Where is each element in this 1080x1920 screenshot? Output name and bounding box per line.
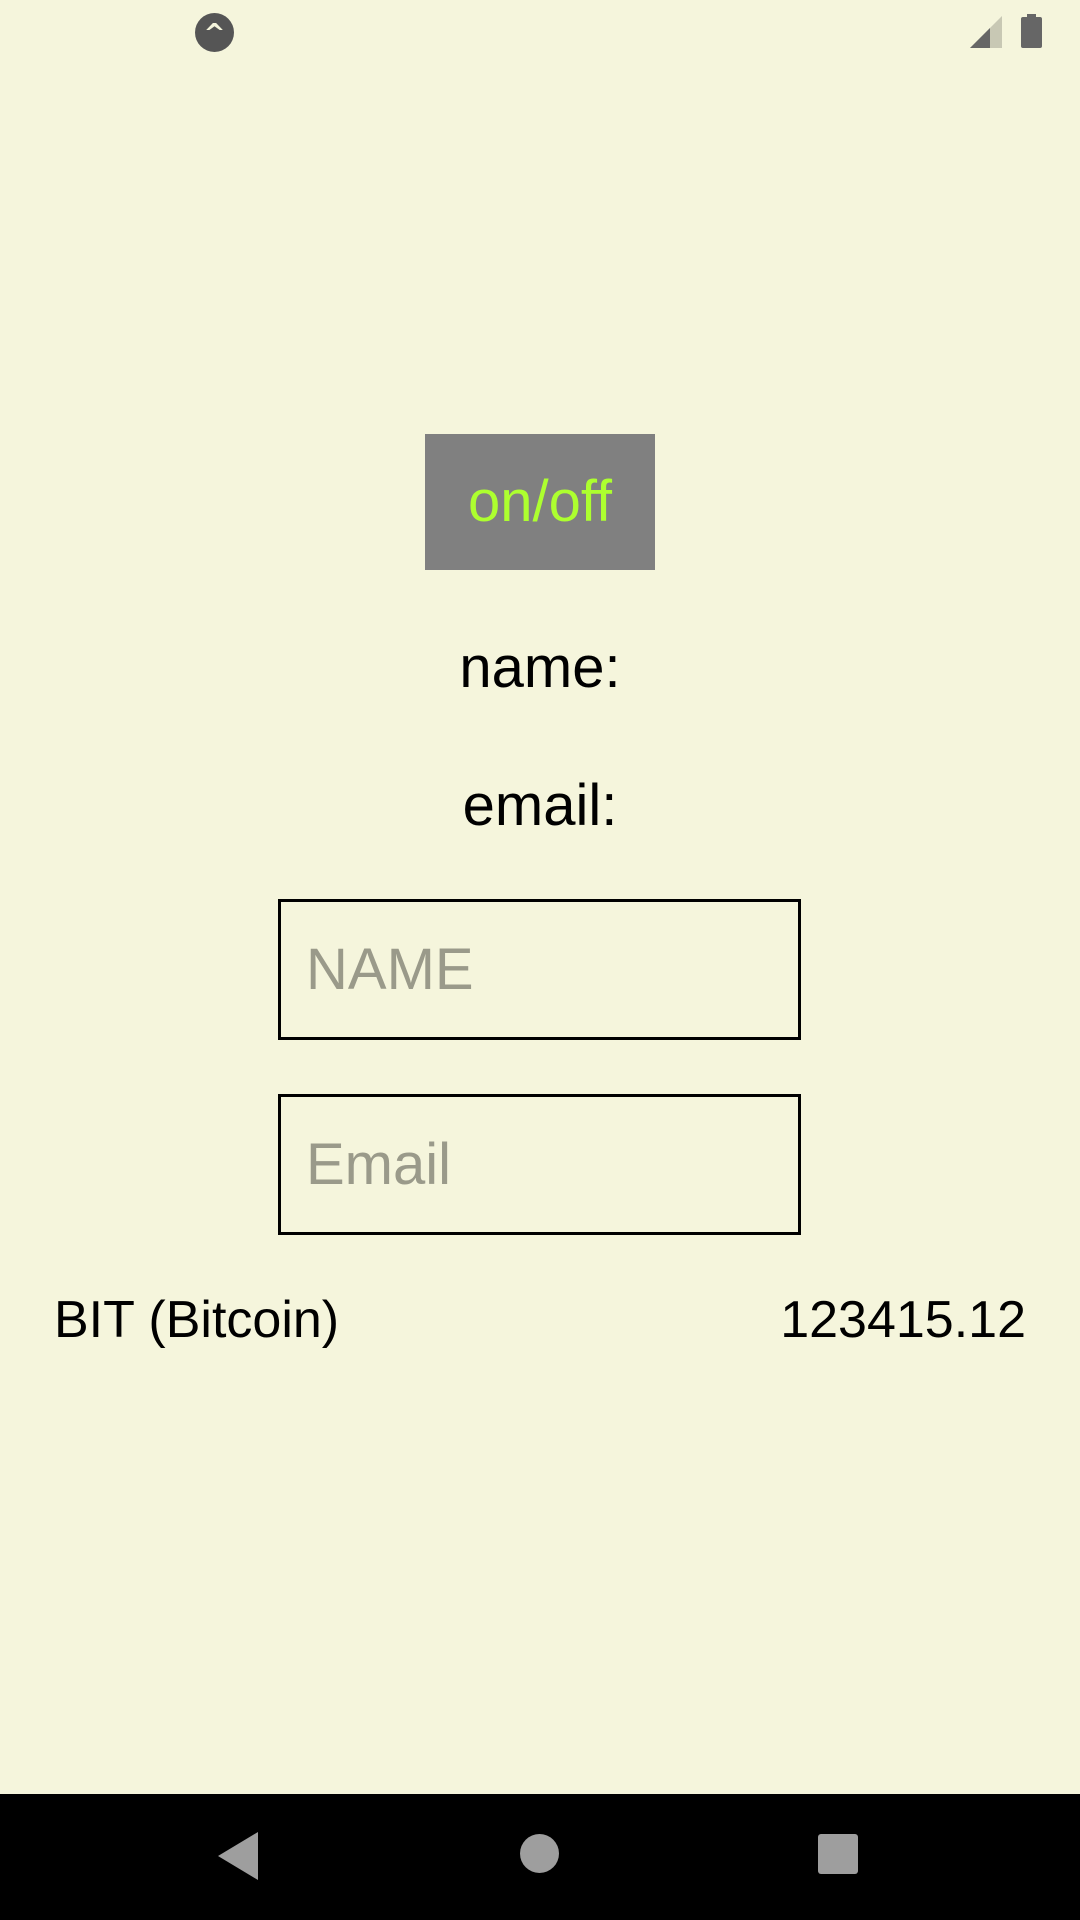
status-bar: ^ bbox=[0, 0, 1080, 63]
email-input[interactable] bbox=[278, 1094, 801, 1235]
battery-icon bbox=[1021, 14, 1042, 48]
crypto-price: 123415.12 bbox=[780, 1291, 1026, 1349]
crypto-price-row: BIT (Bitcoin) 123415.12 bbox=[0, 1290, 1080, 1360]
on-off-toggle-button[interactable]: on/off bbox=[425, 434, 655, 570]
crypto-name: BIT (Bitcoin) bbox=[54, 1291, 340, 1349]
app-notification-icon: ^ bbox=[195, 13, 234, 52]
name-input[interactable] bbox=[278, 899, 801, 1040]
app-screen: ^ on/off name: email: BIT (Bitcoin) 1234… bbox=[0, 0, 1080, 1920]
system-nav-bar bbox=[0, 1794, 1080, 1920]
back-triangle-icon[interactable] bbox=[218, 1832, 258, 1880]
name-display-label: name: bbox=[459, 635, 621, 700]
home-circle-icon[interactable] bbox=[520, 1834, 559, 1873]
recents-square-icon[interactable] bbox=[818, 1834, 858, 1874]
email-display-label: email: bbox=[462, 773, 618, 838]
cell-signal-icon bbox=[970, 16, 1002, 48]
